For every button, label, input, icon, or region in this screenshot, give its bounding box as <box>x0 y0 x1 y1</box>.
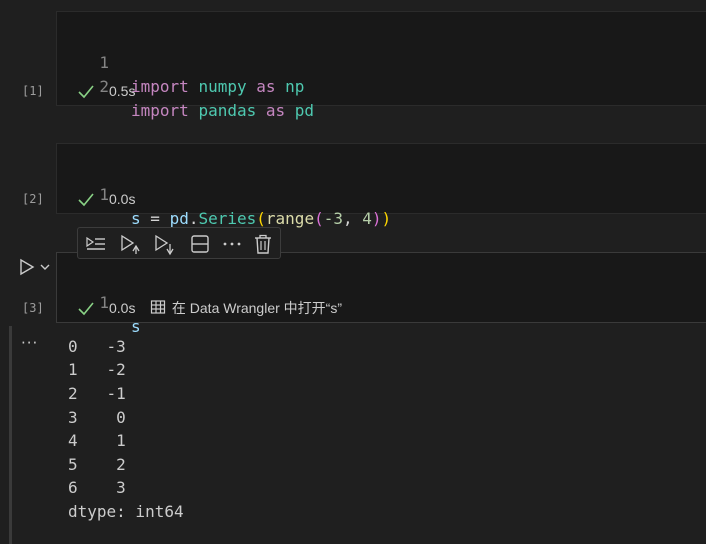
paren: ( <box>314 209 324 228</box>
run-options-button[interactable] <box>38 259 52 275</box>
execution-time: 0.0s <box>109 300 136 316</box>
output-line: 5 2 <box>68 455 126 474</box>
function-name: range <box>265 209 315 228</box>
operator: = <box>150 209 160 228</box>
output-line: 3 0 <box>68 408 126 427</box>
output-focus-bar <box>9 326 12 544</box>
table-icon <box>150 300 166 314</box>
execution-count: [1] <box>22 84 44 98</box>
data-wrangler-link[interactable]: 在 Data Wrangler 中打开“s” <box>150 298 342 318</box>
keyword-import: import <box>131 101 189 120</box>
module-name: pandas <box>198 101 257 120</box>
more-actions-button[interactable] <box>220 232 244 256</box>
run-above-icon <box>121 234 140 254</box>
code-cell-2[interactable]: 1 s = pd.Series(range(-3, 4)) 0.0s <box>56 143 706 228</box>
output-line: 4 1 <box>68 431 126 450</box>
data-wrangler-label: 在 Data Wrangler 中打开“s” <box>171 300 342 316</box>
code-line-1[interactable]: 1 s <box>57 267 140 336</box>
delete-cell-button[interactable] <box>251 232 275 256</box>
execution-time: 0.5s <box>109 83 136 99</box>
keyword-as: as <box>256 77 276 96</box>
output-line: 0 -3 <box>68 337 126 356</box>
code-cell-1[interactable]: 1 import numpy as np 2 import pandas as … <box>56 11 706 120</box>
check-icon <box>78 193 94 207</box>
number: -3 <box>323 209 343 228</box>
output-line: 6 3 <box>68 478 126 497</box>
run-below-icon <box>155 234 174 256</box>
output-line: 2 -1 <box>68 384 126 403</box>
execution-count: [2] <box>22 192 44 206</box>
chevron-down-icon <box>40 264 50 270</box>
execute-above-icon <box>86 236 105 250</box>
keyword-as: as <box>265 101 286 120</box>
run-above-button[interactable] <box>118 232 142 256</box>
comma: , <box>342 209 353 228</box>
execution-count: [3] <box>22 301 44 315</box>
cell-output: 0 -3 1 -2 2 -1 3 0 4 1 5 2 6 3 dtype: in… <box>68 335 468 535</box>
alias-name: np <box>285 77 305 96</box>
run-cell-button[interactable] <box>16 257 38 277</box>
code-line-1[interactable]: 1 import numpy as np <box>57 27 304 96</box>
split-cell-icon <box>191 235 209 253</box>
check-icon <box>78 302 94 316</box>
alias-name: pd <box>294 101 315 120</box>
execute-above-button[interactable] <box>84 232 108 256</box>
split-cell-button[interactable] <box>188 232 212 256</box>
execution-time: 0.0s <box>109 191 136 207</box>
variable-s: s <box>131 317 141 336</box>
code-cell-3[interactable]: 1 s 0.0s 在 Data Wrangler 中打开“s” <box>56 252 706 336</box>
play-icon <box>20 258 35 276</box>
paren: ( <box>256 209 266 228</box>
paren: ) <box>381 209 392 228</box>
more-icon <box>223 242 241 246</box>
code-line-2[interactable]: 2 import pandas as pd <box>57 51 314 120</box>
module-ref: pd <box>169 209 189 228</box>
delete-icon <box>255 234 271 254</box>
class-name: Series <box>198 209 257 228</box>
output-dtype: dtype: int64 <box>68 502 184 521</box>
module-name: numpy <box>198 77 247 96</box>
output-line: 1 -2 <box>68 360 126 379</box>
check-icon <box>78 85 94 99</box>
code-line-1[interactable]: 1 s = pd.Series(range(-3, 4)) <box>57 159 391 228</box>
keyword-import: import <box>131 77 189 96</box>
cell-toolbar <box>77 227 281 259</box>
run-below-button[interactable] <box>152 232 176 256</box>
paren: ) <box>371 209 382 228</box>
variable-s: s <box>131 209 141 228</box>
output-menu-button[interactable]: ··· <box>21 334 38 352</box>
number: 4 <box>362 209 372 228</box>
